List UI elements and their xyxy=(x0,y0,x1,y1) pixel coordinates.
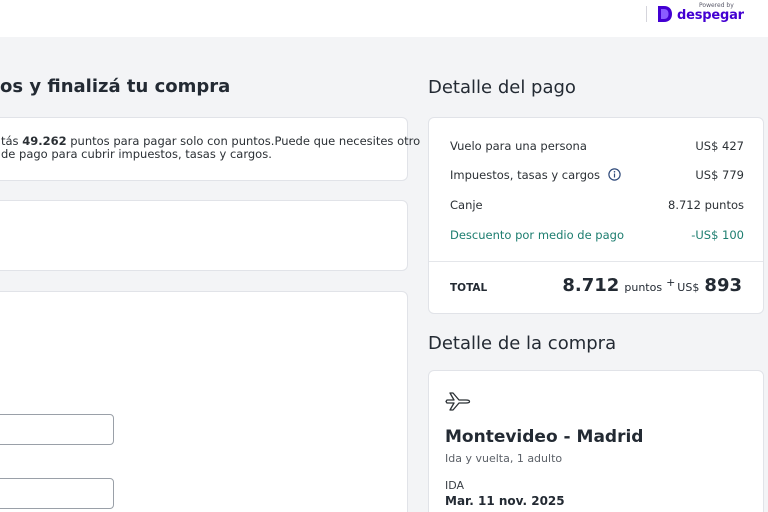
total-amount: 893 xyxy=(704,275,742,296)
info-circle-icon[interactable] xyxy=(607,168,621,181)
checkout-title: os y finalizá tu compra xyxy=(0,76,231,97)
payment-method-card[interactable] xyxy=(0,200,408,271)
top-bar: Powered by despegar xyxy=(0,0,768,37)
points-info-line2: de pago para cubrir impuestos, tasas y c… xyxy=(1,147,272,161)
total-plus: + xyxy=(666,276,676,289)
points-info-prefix: tás xyxy=(1,134,23,148)
total-currency: US$ xyxy=(677,281,700,294)
airplane-icon xyxy=(445,392,471,411)
form-input-1[interactable] xyxy=(0,414,114,445)
total-value: 8.712 puntos + US$ 893 xyxy=(562,275,742,296)
total-points-unit: puntos xyxy=(624,281,663,294)
price-row-value: US$ 779 xyxy=(695,168,744,182)
brand-name: despegar xyxy=(677,8,744,23)
price-row-label: Impuestos, tasas y cargos xyxy=(450,168,621,182)
brand-divider xyxy=(646,6,647,22)
despegar-logo-icon xyxy=(658,6,672,22)
purchase-detail-title: Detalle de la compra xyxy=(428,333,617,354)
payment-detail-card: Vuelo para una persona US$ 427 Impuestos… xyxy=(428,117,764,314)
price-row-value: -US$ 100 xyxy=(691,228,744,242)
price-row-label: Descuento por medio de pago xyxy=(450,228,624,242)
total-label: TOTAL xyxy=(450,282,488,294)
despegar-logo[interactable]: Powered by despegar xyxy=(657,2,757,26)
route-title: Montevideo - Madrid xyxy=(445,427,644,447)
leg-date: Mar. 11 nov. 2025 xyxy=(445,494,565,508)
price-row-value: US$ 427 xyxy=(695,139,744,153)
points-balance: 49.262 xyxy=(22,134,67,148)
total-points: 8.712 xyxy=(562,275,620,296)
price-row-label: Canje xyxy=(450,198,483,212)
price-row-value: 8.712 puntos xyxy=(668,198,744,212)
divider xyxy=(429,261,763,262)
taxes-label: Impuestos, tasas y cargos xyxy=(450,168,601,182)
points-info-line1: puntos para pagar solo con puntos.Puede … xyxy=(66,134,421,148)
leg-label: IDA xyxy=(445,479,465,492)
payment-detail-title: Detalle del pago xyxy=(428,77,576,98)
trip-subtitle: Ida y vuelta, 1 adulto xyxy=(445,452,563,465)
points-info-text: tás 49.262 puntos para pagar solo con pu… xyxy=(1,135,420,161)
purchase-detail-card: Montevideo - Madrid Ida y vuelta, 1 adul… xyxy=(428,370,764,512)
points-info-card: tás 49.262 puntos para pagar solo con pu… xyxy=(0,117,420,181)
form-input-2[interactable] xyxy=(0,478,114,509)
price-row-label: Vuelo para una persona xyxy=(450,139,587,153)
